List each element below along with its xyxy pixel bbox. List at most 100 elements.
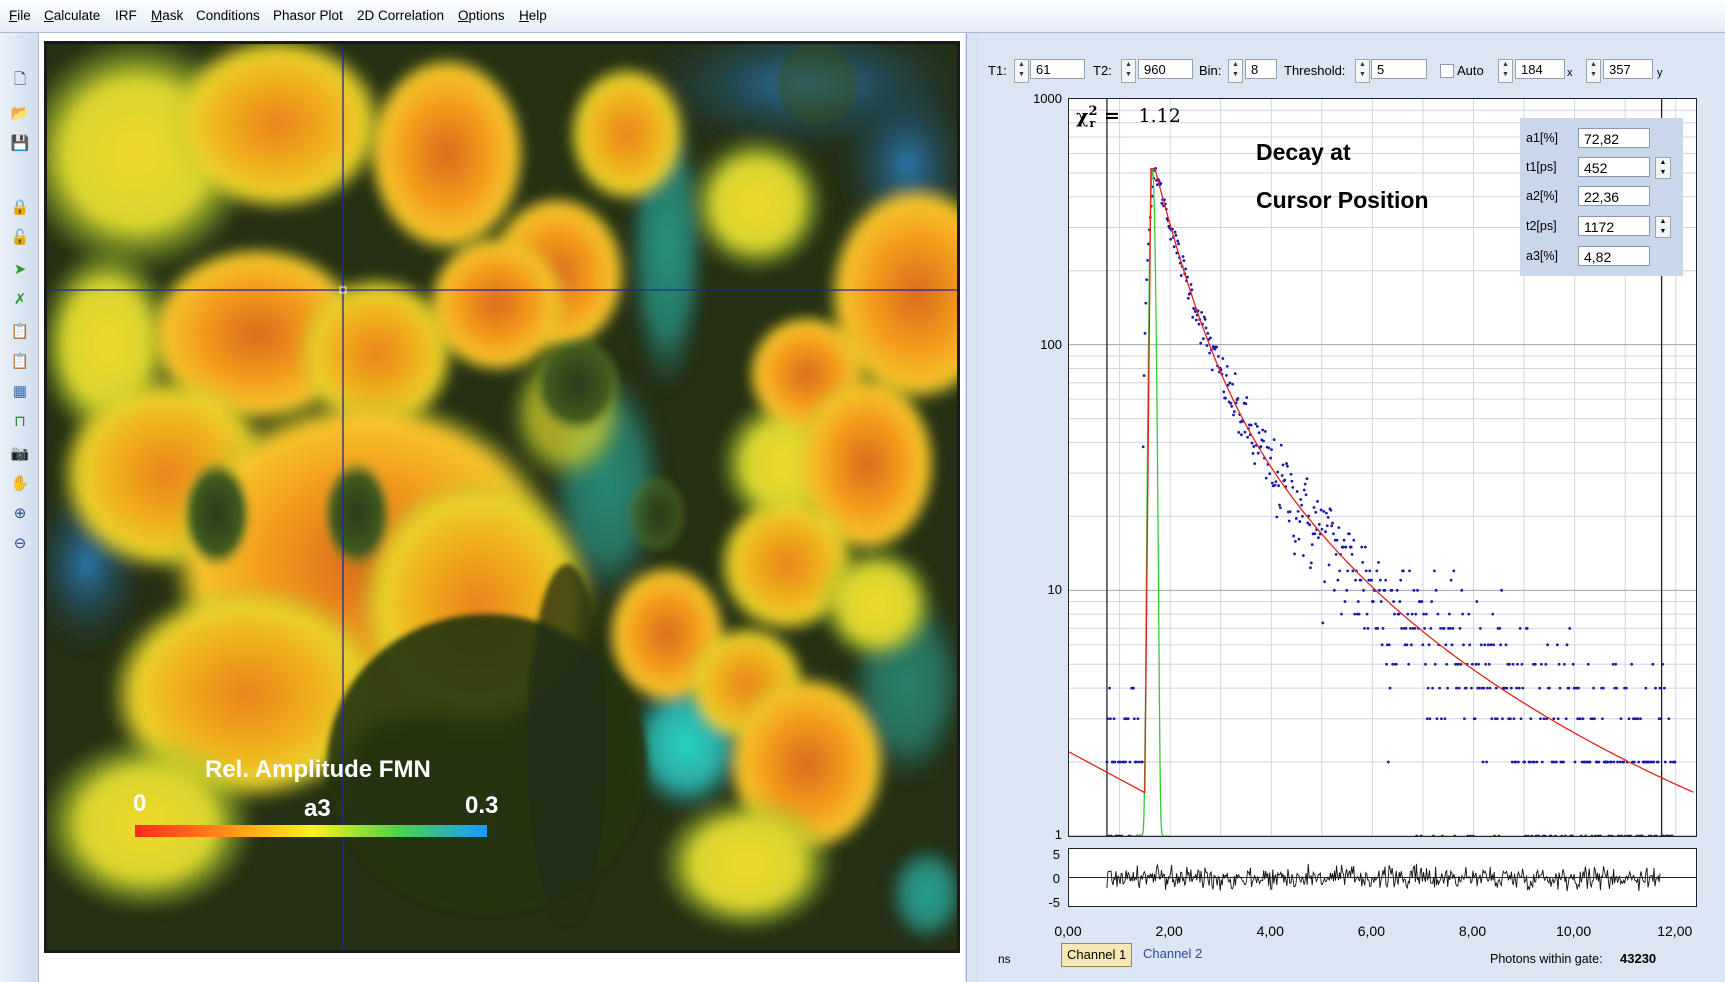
y-spinner[interactable]: ▲ ▼	[1586, 59, 1601, 83]
decay-data-point	[1440, 717, 1443, 721]
decay-data-point	[1236, 396, 1240, 400]
decay-data-point	[1360, 545, 1364, 549]
copy-clipboard-icon[interactable]: 📋	[9, 321, 31, 343]
param-value-field[interactable]: 1172	[1578, 216, 1650, 236]
zoom-out-icon[interactable]: ⊖	[9, 533, 31, 555]
menu-item[interactable]: Help	[519, 8, 547, 23]
trace-icon[interactable]: ⊓	[9, 411, 31, 433]
decay-data-point	[1191, 315, 1195, 319]
save-icon[interactable]: 💾	[9, 133, 31, 155]
decay-data-point	[1201, 337, 1205, 341]
decay-data-point	[1296, 510, 1300, 513]
param-spinner[interactable]: ▲ ▼	[1655, 216, 1671, 238]
flim-image-canvas[interactable]	[47, 44, 957, 950]
menu-item[interactable]: Phasor Plot	[273, 8, 343, 23]
decay-data-point	[1331, 521, 1334, 525]
menu-item[interactable]: Options	[458, 8, 505, 23]
decay-data-point	[1380, 643, 1384, 647]
flim-image[interactable]: Rel. Amplitude FMN 0 a3 0.3	[44, 41, 960, 953]
t2-spinner[interactable]: ▲ ▼	[1121, 59, 1136, 83]
photons-label: Photons within gate:	[1490, 952, 1603, 966]
decay-data-point	[1435, 717, 1439, 721]
decay-data-point	[1280, 474, 1284, 477]
menu-bar: File Calculate IRF Mask Conditions Phasor Plo…	[0, 0, 1725, 33]
decay-data-point	[1426, 686, 1430, 690]
decay-data-point	[1609, 760, 1613, 764]
decay-data-point	[1481, 760, 1485, 764]
decay-data-point	[1277, 484, 1280, 487]
decay-data-point	[1606, 760, 1610, 764]
x-tick-label: 8,00	[1458, 923, 1487, 939]
camera-icon[interactable]: 📷	[9, 443, 31, 465]
menu-item[interactable]: 2D Correlation	[357, 8, 444, 23]
decay-data-point	[1368, 569, 1372, 573]
decay-data-point	[1430, 600, 1434, 603]
menu-item[interactable]: Conditions	[196, 8, 260, 23]
decay-data-point	[1565, 643, 1569, 647]
decay-data-point	[1444, 643, 1448, 647]
t1-input[interactable]: 61	[1030, 59, 1085, 79]
decay-data-point	[1310, 543, 1314, 547]
decay-data-point	[1222, 390, 1226, 394]
menu-item[interactable]: Mask	[151, 8, 183, 23]
decay-data-point	[1269, 456, 1273, 460]
auto-checkbox[interactable]	[1440, 64, 1454, 78]
unlock-icon[interactable]: 🔓	[9, 227, 31, 249]
decay-data-point	[1390, 588, 1394, 592]
decay-data-point	[1619, 717, 1623, 721]
menu-item[interactable]: Calculate	[44, 8, 100, 23]
panel-splitter[interactable]	[966, 33, 980, 982]
decay-data-point	[1528, 760, 1532, 764]
decay-data-point	[1408, 569, 1411, 573]
decay-data-point	[1379, 600, 1383, 603]
decay-data-point	[1252, 445, 1256, 448]
colorbar-min-label: 0	[133, 790, 147, 817]
decay-data-point	[1314, 510, 1318, 514]
bin-spinner[interactable]: ▲ ▼	[1228, 59, 1243, 83]
decay-data-point	[1439, 626, 1442, 630]
param-value-field[interactable]: 72,82	[1578, 128, 1650, 148]
new-file-icon[interactable]: 🗋	[9, 69, 31, 91]
decay-data-point	[1346, 569, 1350, 573]
param-spinner[interactable]: ▲ ▼	[1655, 157, 1671, 179]
decay-data-point	[1467, 612, 1471, 616]
menu-item[interactable]: IRF	[115, 8, 137, 23]
threshold-spinner[interactable]: ▲ ▼	[1355, 59, 1370, 83]
decay-data-point	[1342, 538, 1346, 542]
tab-channel-2[interactable]: Channel 2	[1138, 943, 1207, 965]
decay-data-point	[1106, 717, 1110, 721]
x-input[interactable]: 184	[1515, 59, 1565, 79]
colorbar-max-label: 0.3	[465, 792, 499, 819]
decay-data-point	[1253, 462, 1257, 466]
zoom-in-icon[interactable]: ⊕	[9, 503, 31, 525]
y-tick-label: 1	[1054, 827, 1062, 842]
decay-data-point	[1630, 662, 1634, 666]
decay-data-point	[1303, 482, 1307, 486]
decay-data-point	[1301, 554, 1305, 557]
paste-clipboard-icon[interactable]: 📋	[9, 351, 31, 373]
green-arrow-cross-icon[interactable]: ✗	[9, 289, 31, 311]
decay-data-point	[1547, 686, 1551, 690]
decay-data-point	[1327, 563, 1331, 567]
hand-icon[interactable]: ✋	[9, 473, 31, 495]
decay-data-point	[1434, 588, 1438, 592]
decay-data-point	[1424, 662, 1427, 666]
decay-data-point	[1425, 717, 1429, 721]
image-select-icon[interactable]: ▦	[9, 381, 31, 403]
decay-data-point	[1429, 626, 1433, 630]
threshold-input[interactable]: 5	[1371, 59, 1427, 79]
y-input[interactable]: 357	[1603, 59, 1653, 79]
open-folder-icon[interactable]: 📂	[9, 103, 31, 125]
param-value-field[interactable]: 452	[1578, 157, 1650, 177]
t2-input[interactable]: 960	[1138, 59, 1193, 79]
param-value-field[interactable]: 22,36	[1578, 186, 1650, 206]
decay-data-point	[1225, 365, 1229, 368]
menu-item[interactable]: File	[9, 8, 31, 23]
x-spinner[interactable]: ▲ ▼	[1498, 59, 1513, 83]
green-arrow-icon[interactable]: ➤	[9, 259, 31, 281]
tab-channel-1[interactable]: Channel 1	[1061, 943, 1133, 967]
t1-spinner[interactable]: ▲ ▼	[1014, 59, 1029, 83]
lock-icon[interactable]: 🔒	[9, 197, 31, 219]
bin-input[interactable]: 8	[1245, 59, 1277, 79]
param-value-field[interactable]: 4,82	[1578, 246, 1650, 266]
